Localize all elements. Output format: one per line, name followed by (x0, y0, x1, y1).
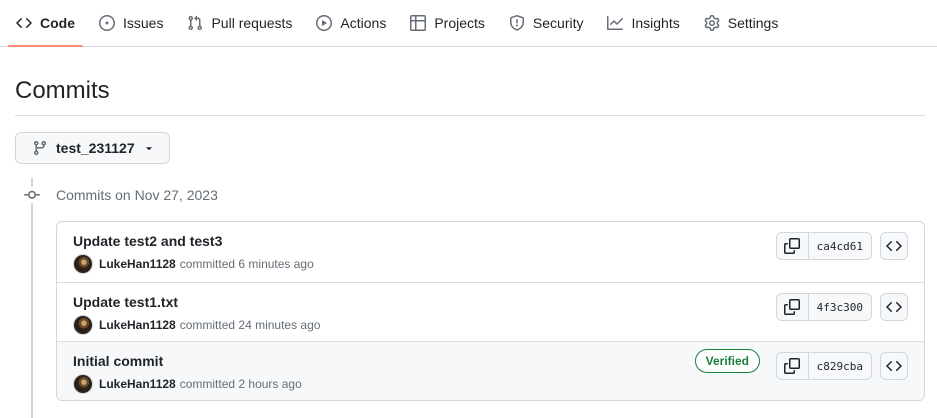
git-commit-icon (24, 187, 40, 203)
timeline-line (31, 178, 33, 418)
tab-pull-requests[interactable]: Pull requests (179, 0, 300, 46)
tab-pull-requests-label: Pull requests (211, 15, 293, 31)
tab-security-label: Security (532, 15, 584, 31)
tab-code-label: Code (40, 15, 75, 31)
commit-row: Update test2 and test3 LukeHan1128 commi… (57, 222, 924, 282)
table-icon (410, 15, 427, 31)
code-icon (886, 299, 902, 315)
browse-repo-button[interactable] (880, 352, 908, 380)
sha-button-group: c829cba (775, 352, 872, 380)
tab-projects-label: Projects (434, 15, 485, 31)
shield-icon (509, 15, 525, 31)
git-branch-icon (32, 140, 48, 156)
commit-sha-link[interactable]: 4f3c300 (809, 294, 871, 320)
title-divider (15, 115, 925, 116)
tab-projects[interactable]: Projects (402, 0, 493, 46)
author-link[interactable]: LukeHan1128 (99, 318, 176, 332)
tab-settings-label: Settings (727, 15, 779, 31)
git-pull-request-icon (187, 15, 203, 31)
commit-time: committed 6 minutes ago (179, 257, 314, 271)
commit-title-link[interactable]: Update test1.txt (73, 294, 178, 310)
copy-icon (784, 299, 801, 315)
copy-sha-button[interactable] (777, 294, 809, 320)
commit-time: committed 24 minutes ago (179, 318, 321, 332)
copy-icon (784, 358, 801, 374)
verified-badge[interactable]: Verified (694, 349, 760, 373)
code-icon (886, 358, 902, 374)
code-icon (886, 238, 902, 254)
play-icon (316, 15, 333, 31)
commit-meta: LukeHan1128 committed 24 minutes ago (73, 315, 320, 335)
browse-repo-button[interactable] (880, 293, 908, 321)
repo-nav: Code Issues Pull requests Actions Projec… (0, 0, 937, 47)
tab-security[interactable]: Security (501, 0, 592, 46)
avatar[interactable] (73, 315, 93, 335)
commit-time: committed 2 hours ago (179, 377, 302, 391)
commit-sha-link[interactable]: ca4cd61 (809, 233, 871, 259)
triangle-down-icon (143, 142, 155, 154)
tab-insights-label: Insights (631, 15, 680, 31)
copy-sha-button[interactable] (777, 233, 809, 259)
tab-code[interactable]: Code (8, 0, 83, 47)
gear-icon (704, 15, 720, 31)
author-link[interactable]: LukeHan1128 (99, 257, 176, 271)
avatar[interactable] (73, 374, 93, 394)
commit-meta: LukeHan1128 committed 6 minutes ago (73, 254, 314, 274)
commit-title-link[interactable]: Initial commit (73, 353, 163, 369)
avatar[interactable] (73, 254, 93, 274)
tab-issues-label: Issues (123, 15, 164, 31)
graph-icon (607, 15, 624, 31)
code-icon (16, 15, 32, 31)
branch-name: test_231127 (56, 140, 135, 156)
author-link[interactable]: LukeHan1128 (99, 377, 176, 391)
page-title: Commits (15, 77, 110, 104)
commit-meta: LukeHan1128 committed 2 hours ago (73, 374, 302, 394)
tab-insights[interactable]: Insights (599, 0, 687, 46)
commit-sha-link[interactable]: c829cba (809, 353, 871, 379)
sha-button-group: ca4cd61 (775, 232, 872, 260)
sha-button-group: 4f3c300 (775, 293, 872, 321)
commit-title-link[interactable]: Update test2 and test3 (73, 233, 222, 249)
browse-repo-button[interactable] (880, 232, 908, 260)
tab-settings[interactable]: Settings (696, 0, 787, 46)
commit-row: Update test1.txt LukeHan1128 committed 2… (57, 282, 924, 341)
tab-actions-label: Actions (340, 15, 387, 31)
branch-selector-button[interactable]: test_231127 (15, 132, 170, 164)
tab-issues[interactable]: Issues (91, 0, 171, 46)
tab-actions[interactable]: Actions (308, 0, 394, 46)
issue-opened-icon (99, 15, 115, 31)
copy-sha-button[interactable] (777, 353, 809, 379)
commit-list: Update test2 and test3 LukeHan1128 commi… (56, 221, 925, 401)
copy-icon (784, 238, 801, 254)
commits-date-heading: Commits on Nov 27, 2023 (56, 187, 218, 203)
commit-row: Initial commit LukeHan1128 committed 2 h… (57, 341, 924, 400)
